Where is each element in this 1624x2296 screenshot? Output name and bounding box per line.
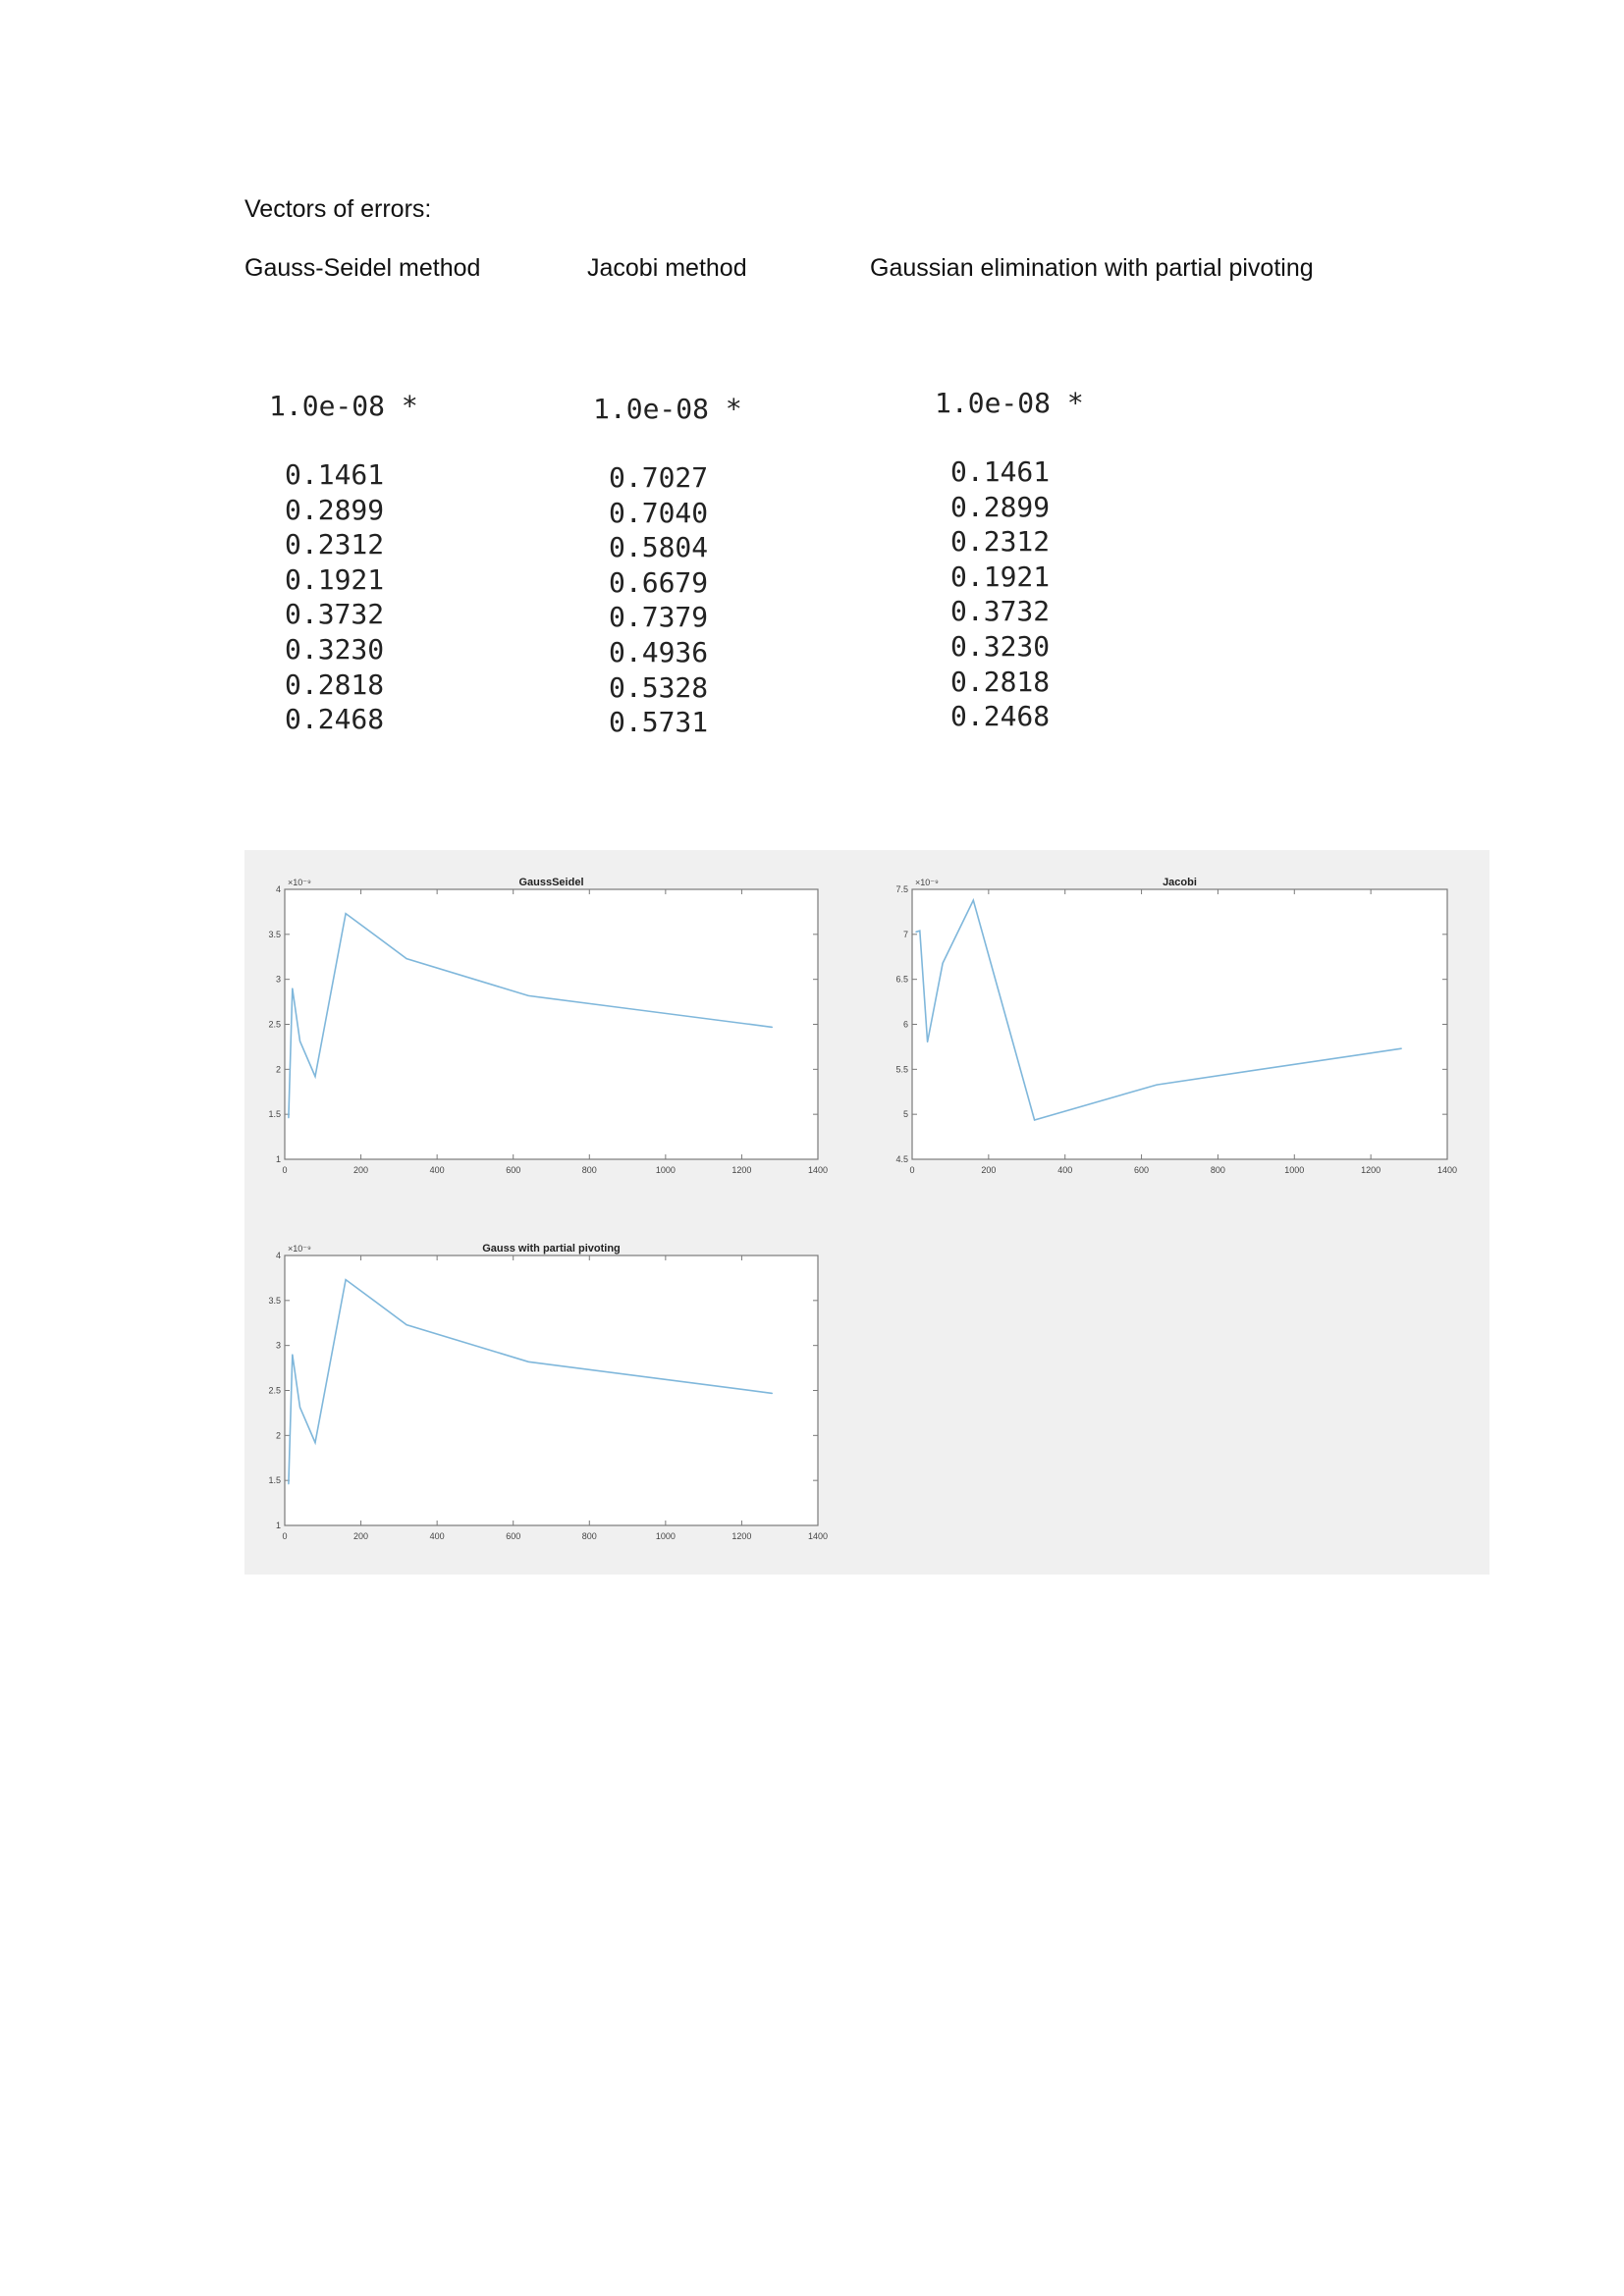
x-tick-label: 200: [353, 1165, 368, 1175]
data-point: [314, 1441, 316, 1444]
x-tick-label: 1200: [731, 1531, 751, 1541]
x-tick-label: 1000: [1284, 1165, 1304, 1175]
data-point: [926, 1041, 929, 1043]
y-tick-label: 1: [276, 1154, 281, 1164]
y-tick-label: 3.5: [268, 930, 281, 939]
data-point: [942, 962, 944, 964]
x-tick-label: 400: [430, 1531, 445, 1541]
x-tick-label: 600: [506, 1531, 520, 1541]
y-tick-label: 5: [903, 1109, 908, 1119]
y-tick-label: 7.5: [895, 884, 908, 894]
gauss-seidel-chart: 0 200 400 600 800 1000 1200 1400 1 1.5 2 2.5 3 3.5 4 ×1…: [268, 877, 828, 1175]
x-tick-label: 1400: [808, 1531, 828, 1541]
x-tick-label: 800: [582, 1165, 597, 1175]
data-point: [292, 1354, 294, 1356]
data-point: [1033, 1119, 1036, 1121]
x-tick-label: 1400: [808, 1165, 828, 1175]
x-tick-label: 0: [909, 1165, 914, 1175]
y-tick-label: 5.5: [895, 1064, 908, 1074]
y-tick-label: 3: [276, 975, 281, 985]
data-point: [771, 1026, 774, 1029]
chart-title: Gauss with partial pivoting: [482, 1243, 621, 1255]
data-point: [288, 1483, 290, 1485]
y-tick-label: 2: [276, 1064, 281, 1074]
x-tick-label: 800: [1211, 1165, 1225, 1175]
x-tick-label: 400: [430, 1165, 445, 1175]
x-tick-label: 1200: [731, 1165, 751, 1175]
plot-frame: [911, 888, 1448, 1160]
y-tick-label: 1: [276, 1521, 281, 1530]
x-tick-label: 0: [282, 1165, 287, 1175]
jacobi-chart: 0 200 400 600 800 1000 1200 1400 4.5 5 5.5 6 6.5 7 7.5…: [895, 877, 1457, 1175]
chart-title: GaussSeidel: [518, 877, 583, 888]
x-tick-label: 200: [353, 1531, 368, 1541]
y-exponent-label: ×10⁻⁹: [288, 1244, 311, 1254]
data-point: [298, 1407, 301, 1409]
y-tick-label: 4: [276, 1251, 281, 1260]
gauss-partial-pivoting-chart: 0 200 400 600 800 1000 1200 1400 1 1.5 2 2.5 3 3.5 4 ×1…: [268, 1243, 828, 1541]
data-point: [1400, 1047, 1402, 1049]
data-point: [406, 957, 407, 960]
plot-frame: [284, 1255, 819, 1526]
x-tick-label: 1000: [656, 1165, 676, 1175]
data-point: [915, 931, 917, 933]
y-tick-label: 3.5: [268, 1296, 281, 1306]
y-exponent-label: ×10⁻⁹: [915, 878, 939, 887]
data-point: [1156, 1084, 1158, 1086]
data-point: [527, 994, 529, 996]
x-tick-label: 200: [981, 1165, 996, 1175]
y-tick-label: 3: [276, 1341, 281, 1351]
y-tick-label: 6: [903, 1020, 908, 1030]
x-tick-label: 0: [282, 1531, 287, 1541]
y-tick-label: 4.5: [895, 1154, 908, 1164]
y-tick-label: 4: [276, 884, 281, 894]
data-point: [771, 1392, 774, 1395]
data-point: [406, 1323, 407, 1326]
data-point: [345, 912, 347, 915]
data-point: [972, 899, 974, 901]
data-point: [288, 1117, 290, 1119]
y-tick-label: 2: [276, 1430, 281, 1440]
y-tick-label: 6.5: [895, 975, 908, 985]
data-point: [314, 1075, 316, 1078]
chart-title: Jacobi: [1163, 877, 1197, 888]
data-point: [345, 1278, 347, 1281]
x-tick-label: 600: [506, 1165, 520, 1175]
y-exponent-label: ×10⁻⁹: [288, 878, 311, 887]
y-tick-label: 2.5: [268, 1386, 281, 1396]
data-point: [919, 930, 921, 932]
y-tick-label: 7: [903, 930, 908, 939]
x-tick-label: 600: [1134, 1165, 1149, 1175]
plot-frame: [284, 888, 819, 1160]
y-tick-label: 2.5: [268, 1020, 281, 1030]
x-tick-label: 1200: [1361, 1165, 1380, 1175]
y-tick-label: 1.5: [268, 1109, 281, 1119]
y-tick-label: 1.5: [268, 1475, 281, 1485]
x-tick-label: 800: [582, 1531, 597, 1541]
x-tick-label: 1000: [656, 1531, 676, 1541]
x-tick-label: 400: [1057, 1165, 1072, 1175]
charts-layer: 0 200 400 600 800 1000 1200 140011.522.533.54×1…: [268, 877, 1457, 1541]
x-tick-label: 1400: [1437, 1165, 1457, 1175]
